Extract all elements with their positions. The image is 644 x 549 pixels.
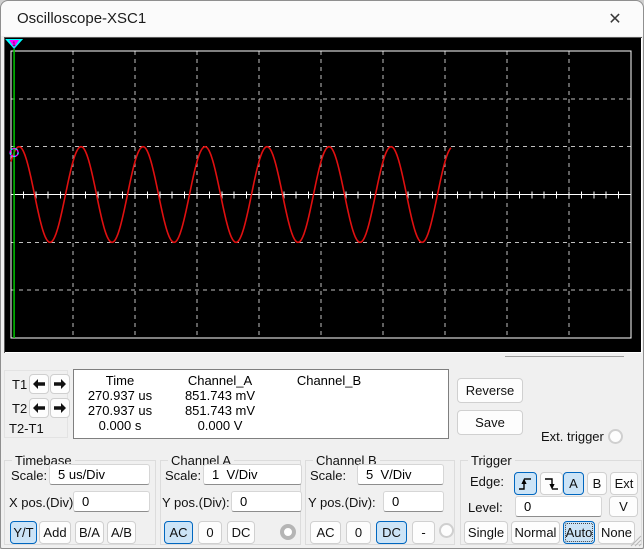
t1-channel-b-value bbox=[274, 388, 384, 403]
channel-b-terminal-icon bbox=[439, 523, 454, 538]
delta-channel-a-value: 0.000 V bbox=[166, 418, 274, 433]
t1-time-value: 270.937 us bbox=[74, 388, 166, 403]
channel-a-ypos-input[interactable] bbox=[231, 491, 302, 512]
channel-a-scale-input[interactable] bbox=[203, 464, 302, 485]
trigger-level-unit-button[interactable]: V bbox=[609, 496, 638, 517]
channel-a-terminal-icon bbox=[280, 524, 296, 540]
oscilloscope-window: Oscilloscope-XSC1 ✕ 1 T1 T2 T2-T1 Time C… bbox=[0, 0, 644, 549]
title-bar: Oscilloscope-XSC1 ✕ bbox=[1, 1, 643, 36]
timebase-scale-label: Scale: bbox=[11, 468, 47, 483]
trigger-source-a-button[interactable]: A bbox=[563, 472, 584, 495]
ext-trigger-terminal-icon bbox=[608, 429, 623, 444]
t1-left-button[interactable] bbox=[29, 374, 49, 394]
falling-edge-icon bbox=[544, 476, 559, 492]
save-button[interactable]: Save bbox=[457, 410, 523, 435]
trigger-source-ext-button[interactable]: Ext bbox=[610, 472, 638, 495]
t2-channel-a-value: 851.743 mV bbox=[166, 403, 274, 418]
t2-label: T2 bbox=[12, 401, 27, 416]
col-header-channel-b: Channel_B bbox=[274, 373, 384, 388]
trigger-rising-edge-button[interactable] bbox=[514, 472, 537, 495]
trigger-falling-edge-button[interactable] bbox=[540, 472, 563, 495]
channel-a-ypos-label: Y pos.(Div): bbox=[162, 495, 230, 510]
channel-a-scale-label: Scale: bbox=[165, 468, 201, 483]
cursor-panel: T1 T2 T2-T1 bbox=[4, 370, 68, 438]
channel-a-ac-button[interactable]: AC bbox=[164, 521, 193, 544]
channel-b-ac-button[interactable]: AC bbox=[310, 521, 341, 544]
arrow-right-icon bbox=[54, 379, 66, 389]
trigger-level-label: Level: bbox=[468, 500, 503, 515]
channel-b-dc-button[interactable]: DC bbox=[376, 521, 407, 544]
channel-a-dc-button[interactable]: DC bbox=[227, 521, 255, 544]
trigger-source-b-button[interactable]: B bbox=[587, 472, 607, 495]
rising-edge-icon bbox=[518, 476, 533, 492]
col-header-time: Time bbox=[74, 373, 166, 388]
channel-a-zero-button[interactable]: 0 bbox=[198, 521, 222, 544]
trigger-auto-button[interactable]: Auto bbox=[563, 521, 595, 544]
close-button[interactable]: ✕ bbox=[595, 6, 635, 32]
delta-channel-b-value bbox=[274, 418, 384, 433]
window-title: Oscilloscope-XSC1 bbox=[17, 10, 146, 27]
channel-b-minus-button[interactable]: - bbox=[412, 521, 435, 544]
trigger-single-button[interactable]: Single bbox=[464, 521, 508, 544]
arrow-left-icon bbox=[33, 379, 45, 389]
t1-label: T1 bbox=[12, 377, 27, 392]
arrow-left-icon bbox=[33, 403, 45, 413]
t1-channel-a-value: 851.743 mV bbox=[166, 388, 274, 403]
measurement-table: Time Channel_A Channel_B 270.937 us 851.… bbox=[73, 369, 449, 439]
reverse-button[interactable]: Reverse bbox=[457, 378, 523, 403]
delta-time-value: 0.000 s bbox=[74, 418, 166, 433]
trigger-level-input[interactable] bbox=[515, 496, 602, 517]
scope-display[interactable]: 1 bbox=[4, 37, 642, 353]
t2-time-value: 270.937 us bbox=[74, 403, 166, 418]
ab-mode-button[interactable]: A/B bbox=[107, 521, 136, 544]
t2-channel-b-value bbox=[274, 403, 384, 418]
channel-b-ypos-label: Y pos.(Div): bbox=[308, 495, 376, 510]
channel-b-scale-input[interactable] bbox=[357, 464, 444, 485]
channel-b-ypos-input[interactable] bbox=[383, 491, 444, 512]
channel-b-zero-button[interactable]: 0 bbox=[346, 521, 371, 544]
yt-mode-button[interactable]: Y/T bbox=[10, 521, 37, 544]
add-mode-button[interactable]: Add bbox=[39, 521, 71, 544]
waveform-plot: 1 bbox=[5, 38, 641, 352]
timebase-xpos-label: X pos.(Div): bbox=[9, 495, 77, 510]
trigger-edge-label: Edge: bbox=[470, 474, 504, 489]
t1-right-button[interactable] bbox=[50, 374, 70, 394]
t2-right-button[interactable] bbox=[50, 398, 70, 418]
t2t1-label: T2-T1 bbox=[9, 421, 44, 436]
arrow-right-icon bbox=[54, 403, 66, 413]
ext-trigger-label: Ext. trigger bbox=[541, 429, 604, 444]
resize-grip[interactable] bbox=[629, 534, 642, 547]
scope-scroll-slider[interactable] bbox=[505, 356, 624, 357]
timebase-xpos-input[interactable] bbox=[73, 491, 150, 512]
trigger-title: Trigger bbox=[468, 453, 515, 468]
close-icon: ✕ bbox=[608, 9, 621, 29]
trigger-normal-button[interactable]: Normal bbox=[511, 521, 560, 544]
col-header-channel-a: Channel_A bbox=[166, 373, 274, 388]
channel-b-scale-label: Scale: bbox=[310, 468, 346, 483]
ba-mode-button[interactable]: B/A bbox=[75, 521, 104, 544]
timebase-scale-input[interactable] bbox=[49, 464, 150, 485]
t2-left-button[interactable] bbox=[29, 398, 49, 418]
